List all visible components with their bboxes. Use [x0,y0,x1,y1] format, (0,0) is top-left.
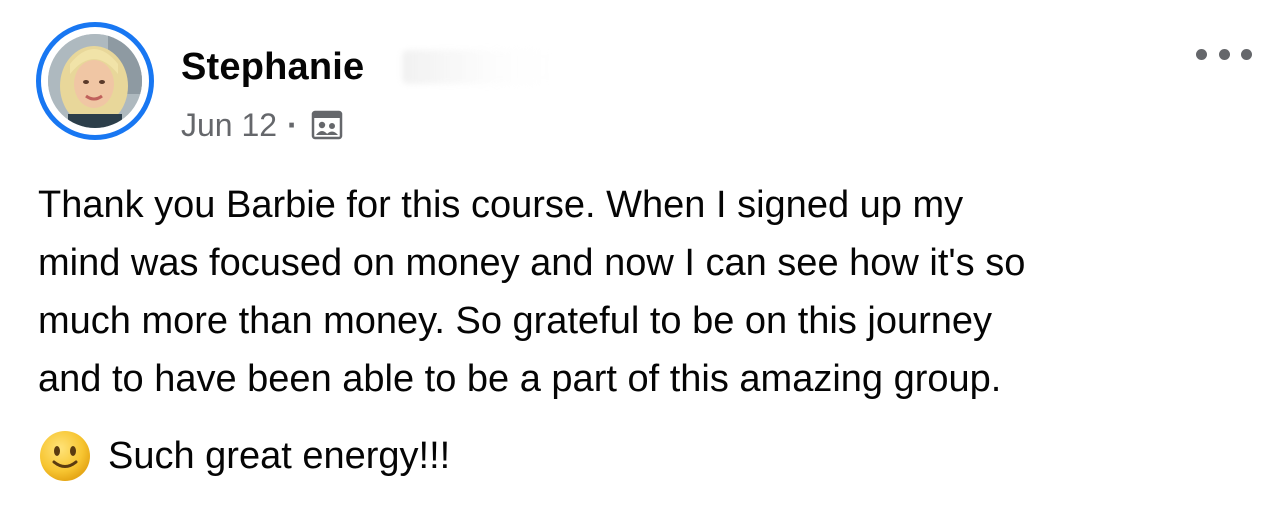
more-options-icon [1218,48,1230,60]
post-message-line: and to have been able to be a part of th… [38,358,1002,400]
profile-photo-icon [48,34,142,128]
post-message-line: mind was focused on money and now I can … [38,242,1026,284]
post-message-line: much more than money. So grateful to be … [38,300,993,342]
post-closing: Such great energy!!! [38,428,450,484]
meta-separator: · [287,106,298,143]
more-options-button[interactable] [1196,40,1252,68]
group-members-icon[interactable] [310,108,344,142]
post-date[interactable]: Jun 12 [181,107,277,144]
more-options-icon [1241,48,1252,60]
redacted-surname [402,50,552,84]
more-options-icon [1196,48,1207,60]
post-message-line: Thank you Barbie for this course. When I… [38,184,964,226]
slightly-smiling-face-icon [40,431,90,481]
author-name[interactable]: Stephanie [181,44,364,90]
post-meta: Jun 12 · [181,105,344,145]
closing-text: Such great energy!!! [108,434,451,477]
facebook-post: Stephanie Jun 12 · Thank you Barbie for … [0,0,1280,532]
post-message: Thank you Barbie for this course. When I… [38,176,1254,408]
avatar[interactable] [36,22,154,140]
